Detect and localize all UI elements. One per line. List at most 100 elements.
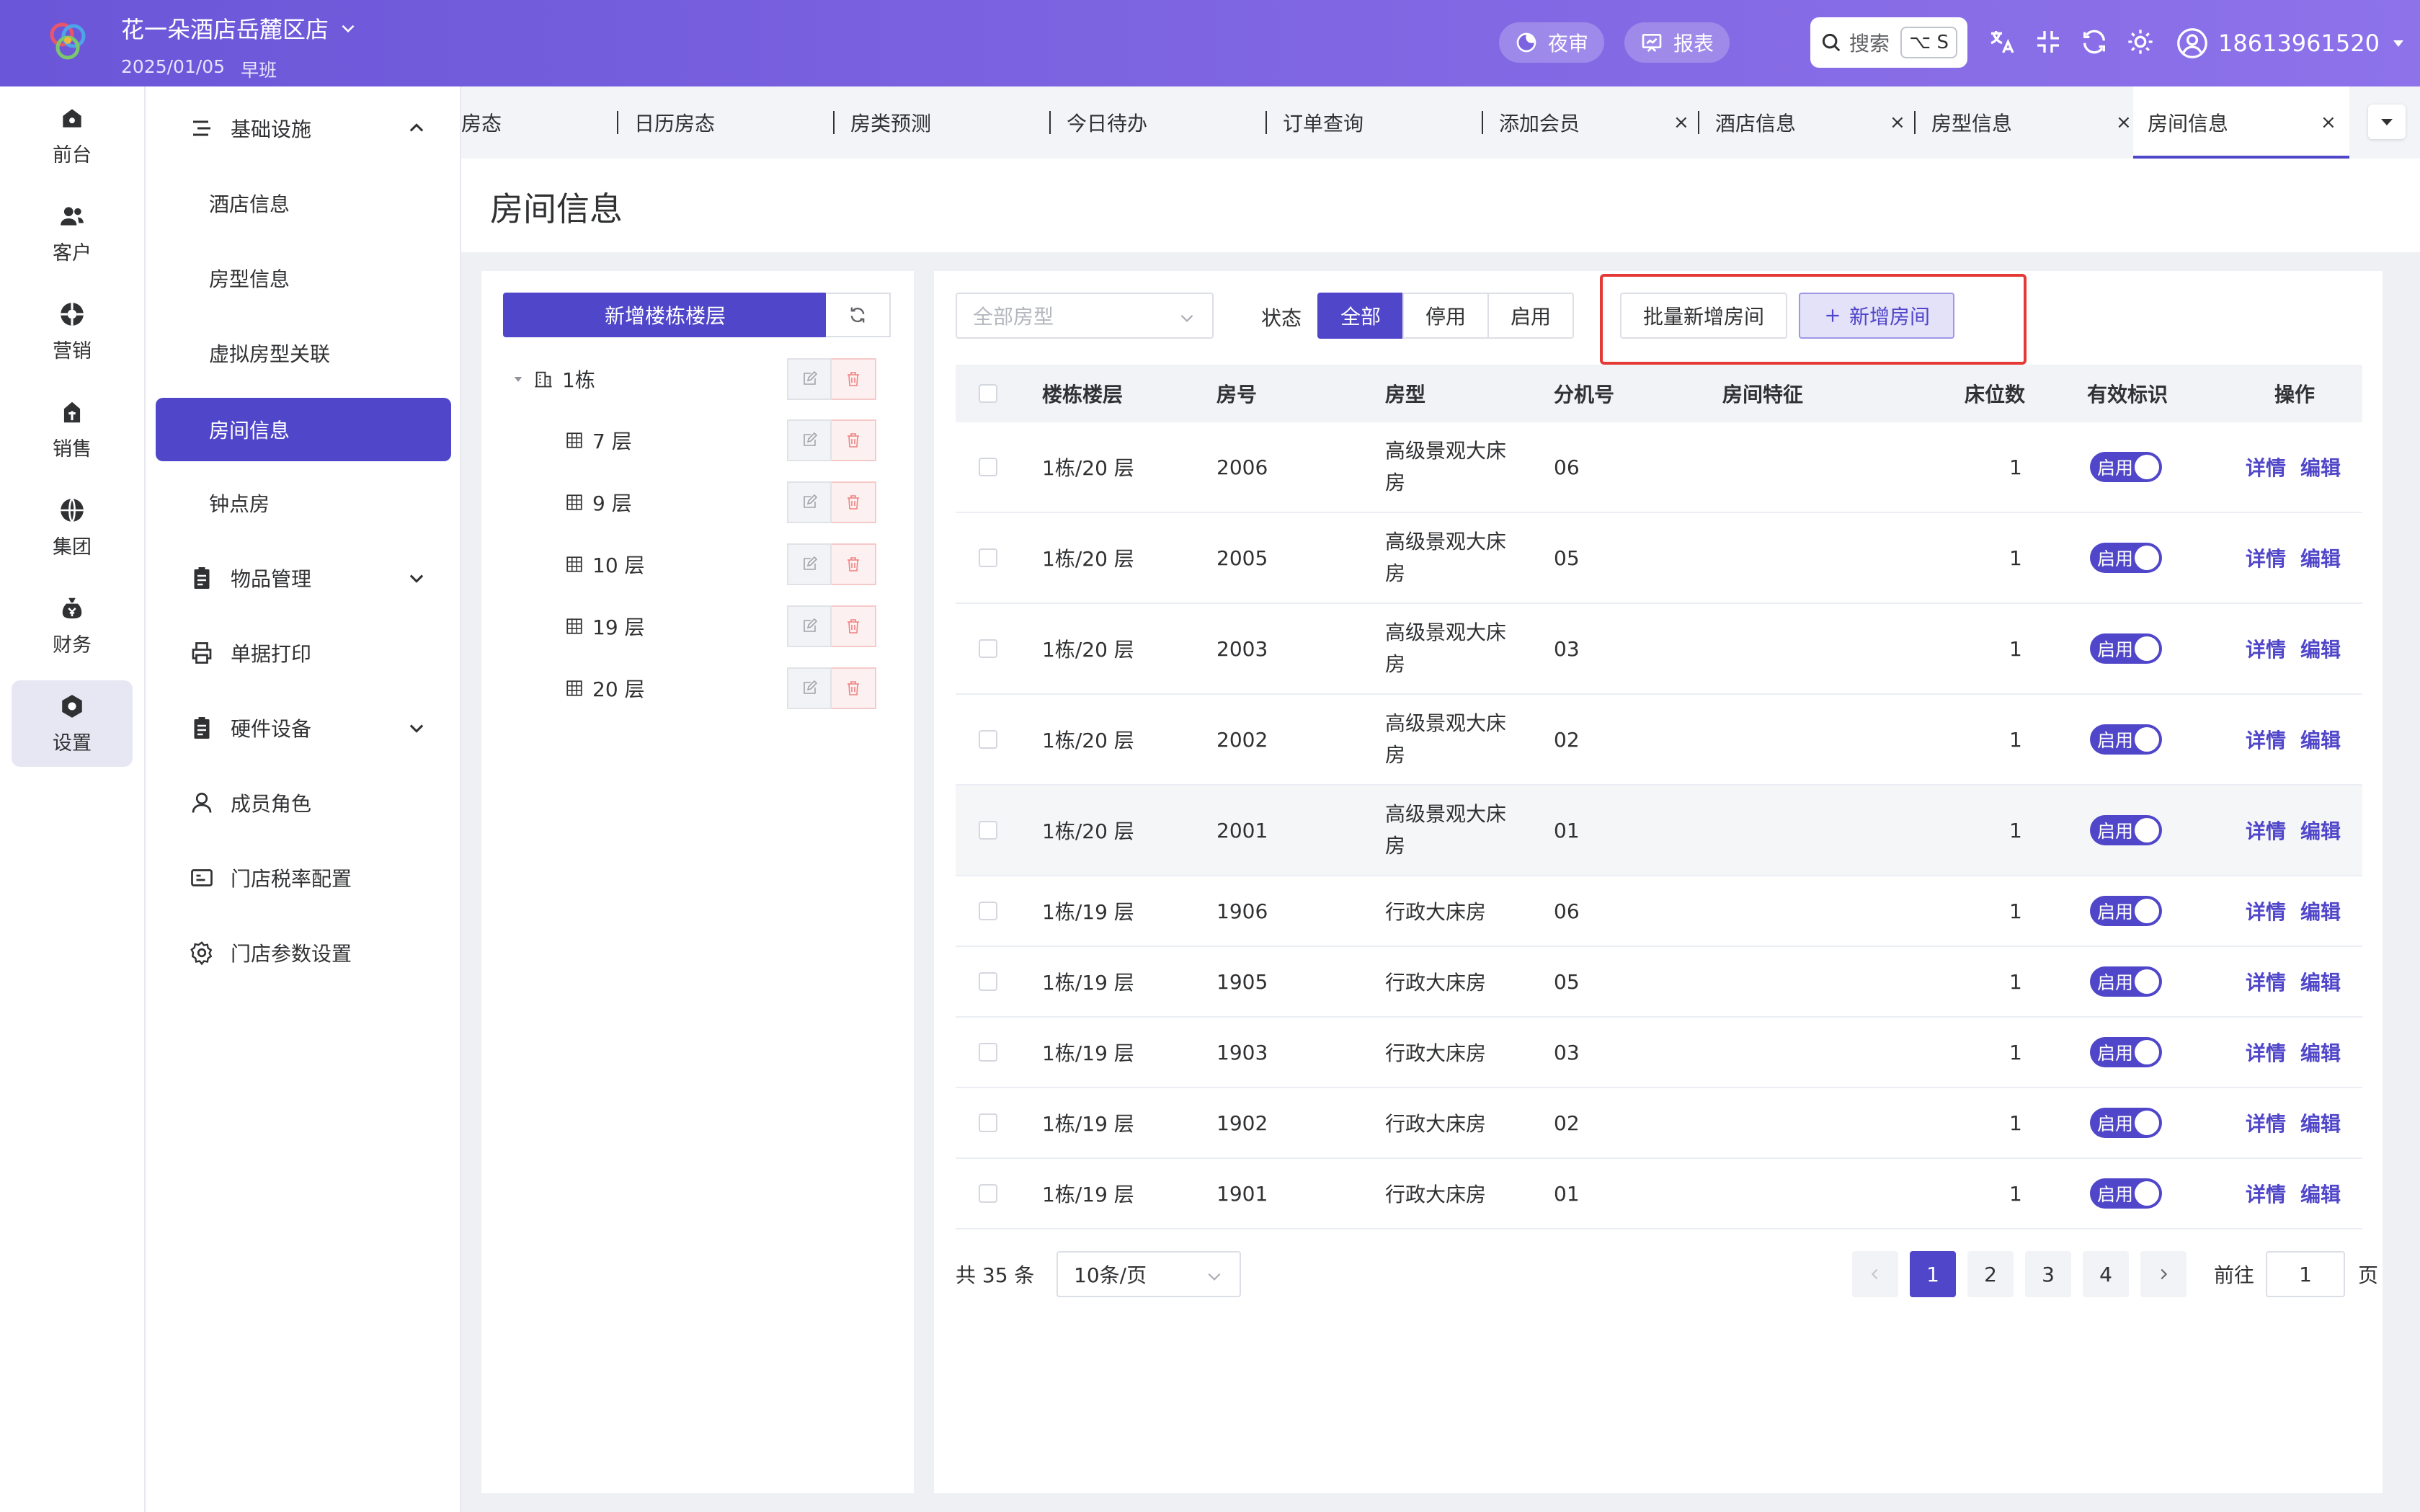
delete-node-button[interactable] (832, 667, 876, 709)
delete-node-button[interactable] (832, 481, 876, 523)
tab-close-icon[interactable]: × (2116, 112, 2132, 133)
detail-link[interactable]: 详情 (2246, 725, 2286, 754)
page-button[interactable]: 2 (1967, 1251, 2014, 1297)
edit-link[interactable]: 编辑 (2300, 816, 2341, 845)
report-button[interactable]: 报表 (1624, 22, 1730, 63)
table-row[interactable]: 1栋/19 层 1906 行政大床房 06 1 启用 详情 编辑 (956, 876, 2362, 947)
detail-link[interactable]: 详情 (2246, 897, 2286, 925)
select-all-checkbox[interactable] (979, 384, 997, 403)
detail-link[interactable]: 详情 (2246, 1108, 2286, 1137)
valid-toggle[interactable]: 启用 (2090, 543, 2162, 573)
valid-toggle[interactable]: 启用 (2090, 966, 2162, 997)
submenu-group-goods[interactable]: 物品管理 (156, 546, 451, 610)
edit-link[interactable]: 编辑 (2300, 1038, 2341, 1067)
detail-link[interactable]: 详情 (2246, 816, 2286, 845)
add-room-button[interactable]: 新增房间 (1799, 293, 1954, 339)
valid-toggle[interactable]: 启用 (2090, 896, 2162, 926)
refresh-icon[interactable] (2080, 27, 2109, 56)
row-checkbox[interactable] (979, 902, 997, 920)
status-enabled-button[interactable]: 启用 (1487, 293, 1574, 339)
table-row[interactable]: 1栋/20 层 2002 高级景观大床 房 02 1 启用 详情 编辑 (956, 695, 2362, 786)
tree-node-floor[interactable]: 10 层 (481, 539, 914, 590)
translate-icon[interactable] (1988, 27, 2016, 56)
row-checkbox[interactable] (979, 548, 997, 567)
edit-node-button[interactable] (787, 543, 832, 585)
tree-node-floor[interactable]: 19 层 (481, 601, 914, 652)
next-page-button[interactable] (2140, 1251, 2187, 1297)
edit-link[interactable]: 编辑 (2300, 634, 2341, 663)
edit-node-button[interactable] (787, 481, 832, 523)
row-checkbox[interactable] (979, 972, 997, 991)
valid-toggle[interactable]: 启用 (2090, 452, 2162, 482)
page-size-select[interactable]: 10条/页 (1056, 1251, 1241, 1297)
row-checkbox[interactable] (979, 639, 997, 658)
submenu-group-hardware[interactable]: 硬件设备 (156, 696, 451, 760)
tab-add-member[interactable]: 添加会员 × (1482, 86, 1698, 159)
tab-close-icon[interactable]: × (1890, 112, 1905, 133)
tab-forecast[interactable]: 房类预测 (833, 86, 1049, 159)
detail-link[interactable]: 详情 (2246, 453, 2286, 481)
tree-node-floor[interactable]: 7 层 (481, 415, 914, 466)
table-row[interactable]: 1栋/19 层 1901 行政大床房 01 1 启用 详情 编辑 (956, 1159, 2362, 1229)
valid-toggle[interactable]: 启用 (2090, 1037, 2162, 1067)
delete-node-button[interactable] (832, 605, 876, 647)
tree-refresh-button[interactable] (826, 293, 891, 337)
table-row[interactable]: 1栋/20 层 2006 高级景观大床 房 06 1 启用 详情 编辑 (956, 422, 2362, 513)
detail-link[interactable]: 详情 (2246, 967, 2286, 996)
row-checkbox[interactable] (979, 821, 997, 840)
table-row[interactable]: 1栋/19 层 1903 行政大床房 03 1 启用 详情 编辑 (956, 1018, 2362, 1088)
edit-link[interactable]: 编辑 (2300, 967, 2341, 996)
tabs-dropdown-button[interactable] (2368, 104, 2406, 139)
theme-sun-icon[interactable] (2126, 27, 2155, 56)
row-checkbox[interactable] (979, 458, 997, 476)
row-checkbox[interactable] (979, 1043, 997, 1062)
valid-toggle[interactable]: 启用 (2090, 1108, 2162, 1138)
valid-toggle[interactable]: 启用 (2090, 724, 2162, 755)
tab-room-type-info[interactable]: 房型信息 × (1914, 86, 2132, 159)
submenu-item-hourly-room[interactable]: 钟点房 (156, 471, 451, 535)
edit-link[interactable]: 编辑 (2300, 897, 2341, 925)
tree-node-building[interactable]: 1栋 (481, 354, 914, 404)
goto-page-input[interactable]: 1 (2266, 1251, 2345, 1297)
room-type-select[interactable]: 全部房型 (956, 293, 1214, 339)
tab-todo[interactable]: 今日待办 (1049, 86, 1265, 159)
row-checkbox[interactable] (979, 1113, 997, 1132)
global-search[interactable]: 搜索 ⌥ S (1810, 17, 1967, 68)
rail-item-group[interactable]: 集团 (12, 484, 133, 571)
table-row[interactable]: 1栋/19 层 1905 行政大床房 05 1 启用 详情 编辑 (956, 947, 2362, 1018)
rail-item-settings[interactable]: 设置 (12, 680, 133, 767)
delete-node-button[interactable] (832, 358, 876, 400)
page-button[interactable]: 4 (2083, 1251, 2129, 1297)
rail-item-customers[interactable]: 客户 (12, 190, 133, 277)
detail-link[interactable]: 详情 (2246, 1038, 2286, 1067)
row-checkbox[interactable] (979, 1184, 997, 1203)
tab-room-info[interactable]: 房间信息 × (2133, 86, 2349, 159)
prev-page-button[interactable] (1852, 1251, 1898, 1297)
edit-node-button[interactable] (787, 605, 832, 647)
rail-item-front-desk[interactable]: 前台 (12, 92, 133, 179)
edit-node-button[interactable] (787, 419, 832, 461)
edit-link[interactable]: 编辑 (2300, 543, 2341, 572)
edit-link[interactable]: 编辑 (2300, 453, 2341, 481)
tab-calendar-status[interactable]: 日历房态 (617, 86, 833, 159)
edit-node-button[interactable] (787, 667, 832, 709)
submenu-item-params[interactable]: 门店参数设置 (156, 921, 451, 984)
table-row[interactable]: 1栋/20 层 2005 高级景观大床 房 05 1 启用 详情 编辑 (956, 513, 2362, 604)
tab-room-status[interactable]: 房态 (461, 86, 617, 159)
tab-order-query[interactable]: 订单查询 (1265, 86, 1482, 159)
edit-link[interactable]: 编辑 (2300, 1108, 2341, 1137)
submenu-group-basic[interactable]: 基础设施 (156, 97, 451, 160)
tab-close-icon[interactable]: × (1673, 112, 1689, 133)
submenu-item-room-info[interactable]: 房间信息 (156, 398, 451, 461)
submenu-item-room-type-info[interactable]: 房型信息 (156, 246, 451, 310)
valid-toggle[interactable]: 启用 (2090, 633, 2162, 664)
detail-link[interactable]: 详情 (2246, 634, 2286, 663)
tab-close-icon[interactable]: × (2321, 112, 2336, 133)
rail-item-marketing[interactable]: 营销 (12, 288, 133, 375)
tree-node-floor[interactable]: 20 层 (481, 663, 914, 713)
tree-node-floor[interactable]: 9 层 (481, 477, 914, 528)
detail-link[interactable]: 详情 (2246, 1179, 2286, 1208)
edit-link[interactable]: 编辑 (2300, 1179, 2341, 1208)
submenu-item-virtual-room[interactable]: 虚拟房型关联 (156, 321, 451, 385)
table-row[interactable]: 1栋/20 层 2003 高级景观大床 房 03 1 启用 详情 编辑 (956, 604, 2362, 695)
